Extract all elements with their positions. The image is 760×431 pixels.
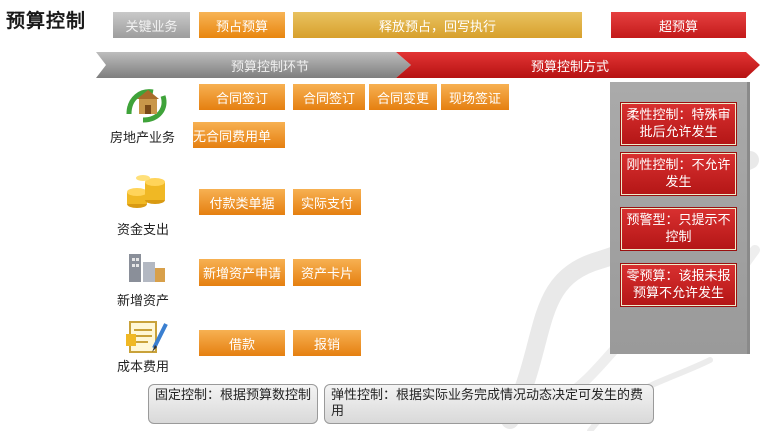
control-zero-budget: 零预算：该报未报预算不允许发生: [621, 264, 736, 306]
row-label-new-asset: 新增资产: [117, 294, 170, 309]
note-flexible-control: 弹性控制：根据实际业务完成情况动态决定可发生的费用: [324, 384, 654, 424]
box-contract-change: 合同变更: [369, 84, 437, 110]
document-pencil-icon: [126, 321, 168, 353]
band-left-label: 预算控制环节: [230, 59, 309, 75]
box-site-visa: 现场签证: [441, 84, 509, 110]
box-reimbursement: 报销: [293, 330, 361, 356]
row-label-fund-expense: 资金支出: [117, 223, 170, 238]
control-warning: 预警型：只提示不控制: [621, 208, 736, 250]
house-coins-icon: [126, 89, 167, 123]
control-flexible: 柔性控制：特殊审批后允许发生: [621, 103, 736, 145]
box-contract-signing-1: 合同签订: [199, 84, 285, 110]
box-contract-signing-2: 合同签订: [293, 84, 365, 110]
header-key-business: 关键业务: [113, 12, 190, 38]
row-label-cost-expense: 成本费用: [117, 360, 170, 375]
header-over-budget: 超预算: [611, 12, 746, 38]
box-new-asset-application: 新增资产申请: [199, 259, 285, 286]
box-loan: 借款: [199, 330, 285, 356]
band-right-label: 预算控制方式: [530, 59, 609, 75]
buildings-icon: [129, 254, 165, 282]
coin-stack-icon: [127, 175, 165, 208]
box-asset-card: 资产卡片: [293, 259, 361, 286]
note-fixed-control: 固定控制：根据预算数控制: [148, 384, 318, 424]
page-title: 预算控制: [6, 10, 87, 32]
row-label-real-estate: 房地产业务: [110, 131, 176, 146]
box-actual-payment: 实际支付: [293, 189, 361, 215]
box-payment-document: 付款类单据: [199, 189, 285, 215]
control-rigid: 刚性控制：不允许发生: [621, 153, 736, 195]
box-no-contract-expense: 无合同费用单: [193, 122, 285, 148]
header-release: 释放预占，回写执行: [293, 12, 582, 38]
header-pre-occupy: 预占预算: [199, 12, 285, 38]
